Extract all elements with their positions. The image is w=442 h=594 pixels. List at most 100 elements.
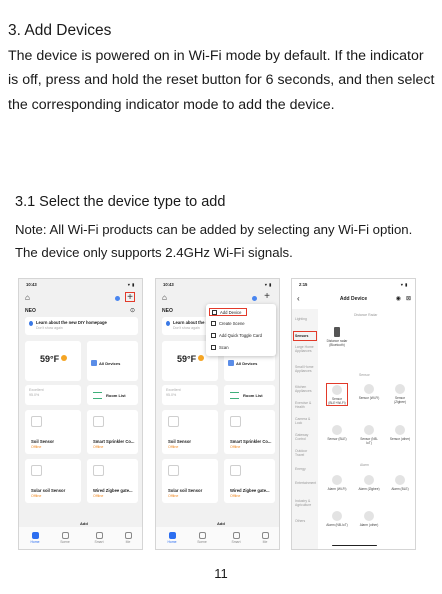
category-item[interactable]: Others — [295, 519, 317, 523]
option-alarm-other[interactable]: Alarm (other) — [358, 511, 380, 527]
menu-item-add-device[interactable]: Add Device — [209, 308, 247, 316]
tab-smart[interactable]: Smart — [89, 532, 109, 544]
option-alarm-wifi[interactable]: Alarm (Wi-Fi) — [326, 475, 348, 491]
alarm-icon — [332, 475, 342, 485]
me-tab-icon — [124, 532, 132, 539]
category-item[interactable]: Industry & Agriculture — [295, 499, 317, 507]
alarm-icon — [364, 511, 374, 521]
add-button-highlighted[interactable]: + — [125, 292, 135, 303]
device-icon — [230, 416, 241, 427]
home-icon[interactable]: ⌂ — [162, 294, 167, 302]
devices-icon — [228, 360, 234, 366]
smart-tab-icon — [95, 532, 103, 539]
group-heading: Distance Radar — [354, 313, 378, 317]
weather-card[interactable]: 59°F — [25, 341, 81, 381]
sun-icon — [198, 355, 204, 361]
device-card[interactable]: Wired Zigbee gate... Offline — [87, 459, 138, 503]
option-sensor-zigbee[interactable]: Sensor (Zigbee) — [389, 384, 411, 404]
option-alarm-nbiot[interactable]: Alarm (NB-IoT) — [326, 511, 348, 527]
auto-scan-icon[interactable]: ◉ — [396, 295, 401, 302]
option-sensor-wifi[interactable]: Sensor (Wi-Fi) — [358, 384, 380, 400]
tab-scene[interactable]: Scene — [55, 532, 75, 544]
device-card[interactable]: Soil Sensor Offline — [162, 410, 218, 454]
add-float-label[interactable]: Add — [217, 521, 225, 526]
bulb-icon — [29, 321, 33, 326]
add-button[interactable]: + — [262, 292, 272, 302]
category-item[interactable]: Lighting — [295, 317, 317, 321]
room-list-card[interactable]: Room List — [224, 385, 275, 405]
tab-home[interactable]: Home — [162, 532, 182, 544]
signal-icon: ▾ ▮ — [264, 282, 272, 287]
section-body: The device is powered on in Wi-Fi mode b… — [8, 48, 435, 113]
scene-icon — [211, 321, 216, 326]
signal-icon: ▾ ▮ — [127, 282, 135, 287]
category-item[interactable]: Large Home Appliances — [295, 345, 317, 353]
device-icon — [168, 416, 179, 427]
add-dropdown-menu: Add Device Create Scene Add Quick Toggle… — [206, 304, 276, 356]
device-card[interactable]: Soil Sensor Offline — [25, 410, 81, 454]
category-item[interactable]: Gateway Control — [295, 433, 317, 441]
option-distance-radar[interactable]: Distance radar (Bluetooth) — [326, 327, 348, 347]
tab-scene[interactable]: Scene — [192, 532, 212, 544]
section-title: 3. Add Devices — [8, 22, 112, 39]
category-item[interactable]: Entertainment — [295, 481, 317, 485]
device-icon — [168, 465, 179, 476]
option-alarm-ble[interactable]: Alarm (BLE) — [389, 475, 411, 491]
category-item[interactable]: Camera & Lock — [295, 417, 317, 425]
category-sidebar: Lighting Sensors Large Home Appliances S… — [292, 309, 318, 549]
sensor-icon — [395, 384, 405, 394]
assistant-icon[interactable] — [252, 296, 257, 301]
tab-smart[interactable]: Smart — [226, 532, 246, 544]
home-name[interactable]: NEO — [162, 308, 173, 314]
category-item[interactable]: Small Home Appliances — [295, 365, 317, 373]
menu-item-create-scene[interactable]: Create Scene — [211, 320, 245, 328]
screenshot-add-device: 2:15 ▾ ▮ ‹ Add Device ◉ ⊠ Lighting Sensor… — [291, 278, 416, 550]
assistant-icon[interactable] — [115, 296, 120, 301]
all-devices-card[interactable]: All Devices — [87, 341, 138, 381]
group-heading: Sensor — [359, 373, 370, 377]
list-icon — [93, 392, 102, 399]
weather-detail-card[interactable]: Excellent 95.0% — [25, 385, 81, 405]
home-name[interactable]: NEO — [25, 308, 36, 314]
tab-me[interactable]: Me — [118, 532, 138, 544]
option-alarm-zigbee[interactable]: Alarm (Zigbee) — [358, 475, 380, 491]
room-list-card[interactable]: Room List — [87, 385, 138, 405]
device-icon — [93, 416, 104, 427]
category-item[interactable]: Outdoor Travel — [295, 449, 317, 457]
menu-item-scan[interactable]: Scan — [211, 344, 229, 352]
option-sensor-ble-wifi[interactable]: Sensor (BLE+Wi-Fi) — [326, 383, 348, 406]
tab-me[interactable]: Me — [255, 532, 275, 544]
device-icon — [31, 416, 42, 427]
option-sensor-other[interactable]: Sensor (other) — [389, 425, 411, 441]
diy-banner[interactable]: Learn about the new DIY homepageDon't sh… — [25, 317, 138, 335]
list-icon — [230, 392, 239, 399]
tab-home[interactable]: Home — [25, 532, 45, 544]
category-item[interactable]: Exercise & Health — [295, 401, 317, 409]
menu-item-quick-toggle[interactable]: Add Quick Toggle Card — [211, 332, 262, 340]
status-time: 10:43 — [26, 282, 37, 287]
device-card[interactable]: Solar soil Sensor Offline — [25, 459, 81, 503]
me-tab-icon — [261, 532, 269, 539]
more-icon[interactable]: ⊙ — [130, 307, 135, 314]
option-sensor-nbiot[interactable]: Sensor (NB-IoT) — [358, 425, 380, 445]
status-time: 10:43 — [163, 282, 174, 287]
sensor-icon — [364, 425, 374, 435]
devices-icon — [91, 360, 97, 366]
category-item[interactable]: Energy — [295, 467, 317, 471]
sensor-icon — [395, 425, 405, 435]
device-card[interactable]: Wired Zigbee gate... Offline — [224, 459, 275, 503]
add-float-label[interactable]: Add — [80, 521, 88, 526]
weather-detail-card[interactable]: Excellent 95.0% — [162, 385, 218, 405]
category-item[interactable]: Kitchen Appliances — [295, 385, 317, 393]
alarm-icon — [332, 511, 342, 521]
option-sensor-ble[interactable]: Sensor (BLE) — [326, 425, 348, 441]
signal-icon: ▾ ▮ — [400, 282, 408, 287]
status-time: 2:15 — [299, 282, 308, 287]
scan-code-icon[interactable]: ⊠ — [406, 295, 411, 302]
home-tab-icon — [31, 532, 39, 539]
device-card[interactable]: Solar soil Sensor Offline — [162, 459, 218, 503]
category-item-sensors[interactable]: Sensors — [293, 331, 317, 341]
device-card[interactable]: Smart Sprinkler Co... Offline — [224, 410, 275, 454]
device-card[interactable]: Smart Sprinkler Co... Offline — [87, 410, 138, 454]
home-icon[interactable]: ⌂ — [25, 294, 30, 302]
